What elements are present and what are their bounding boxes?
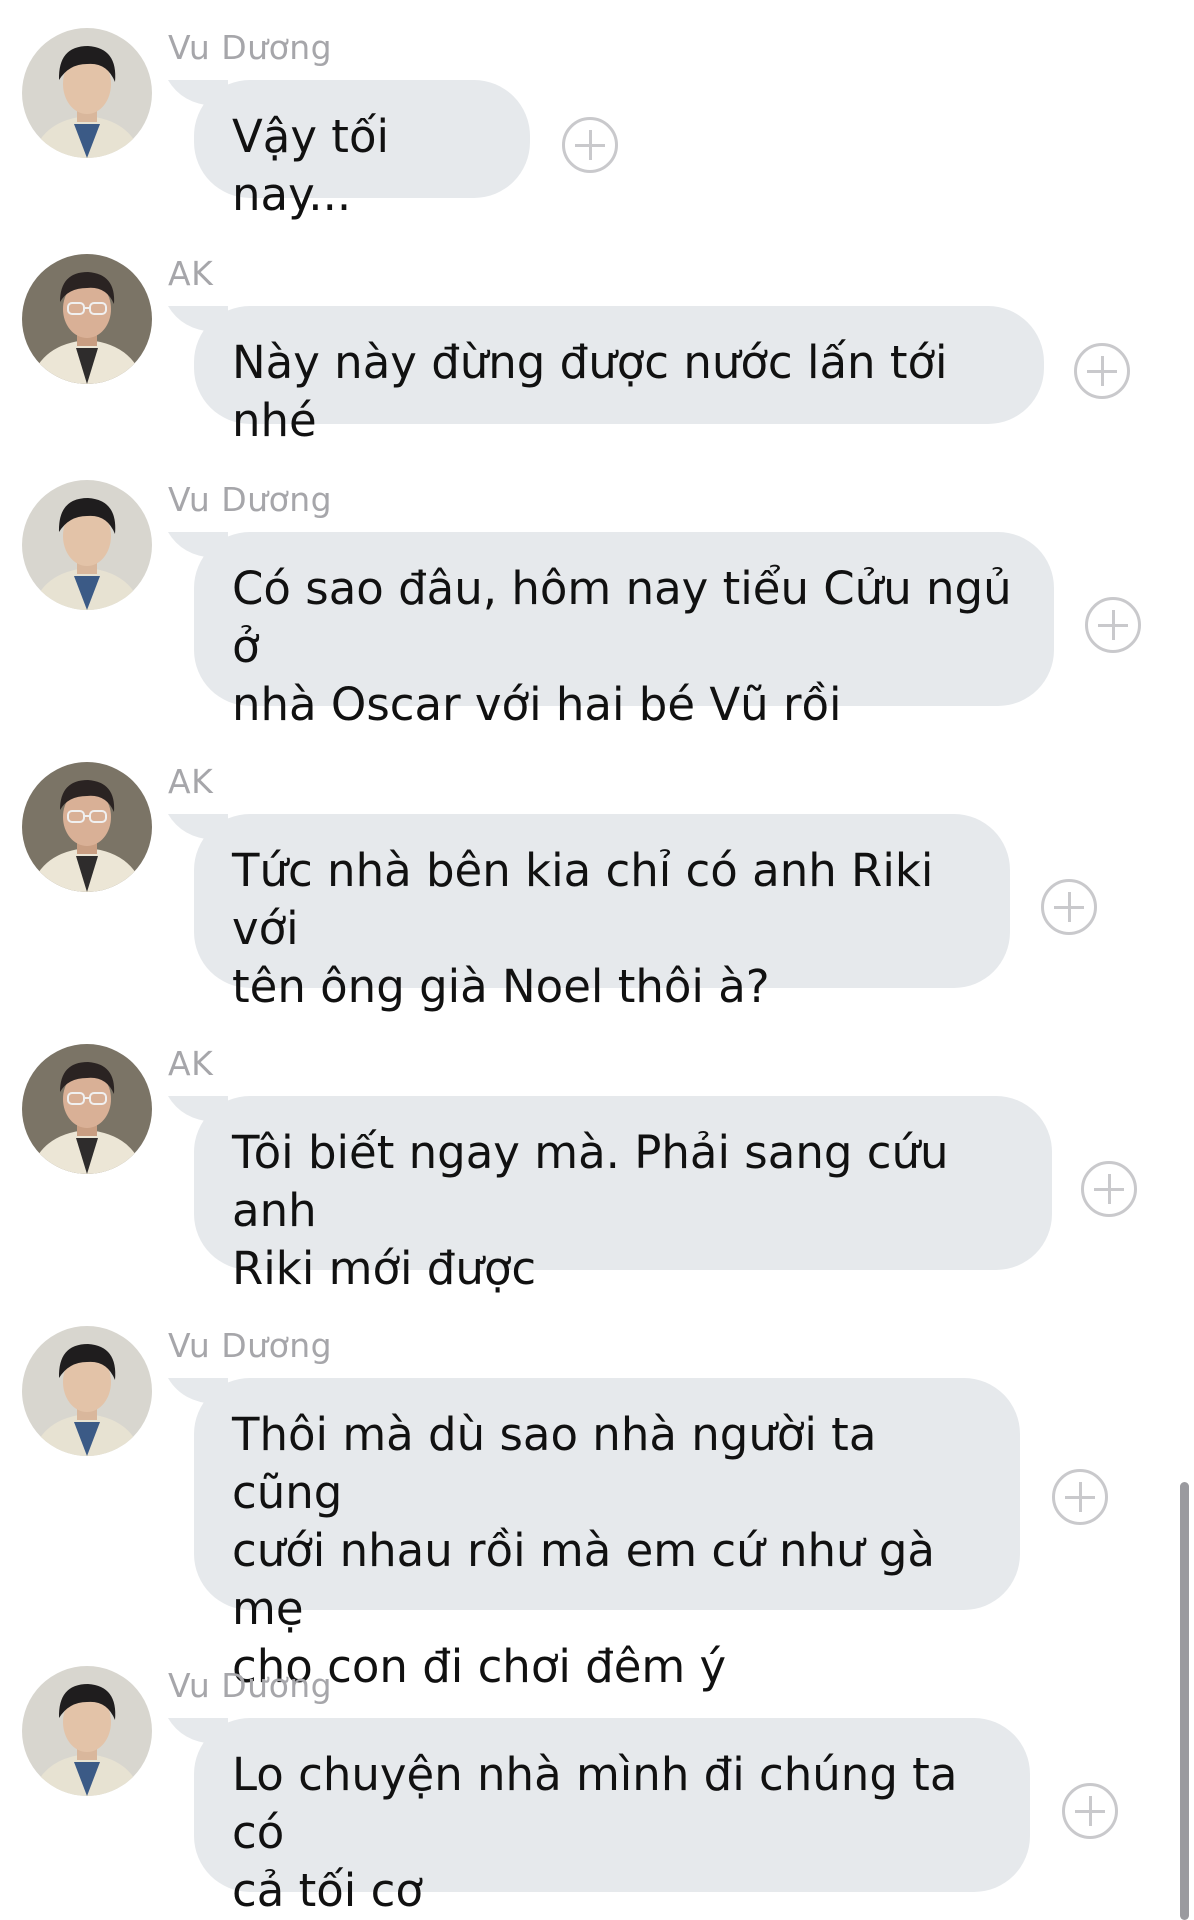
message-bubble[interactable]: Thôi mà dù sao nhà người ta cũng cưới nh… (194, 1378, 1020, 1693)
avatar[interactable] (22, 28, 152, 158)
avatar[interactable] (22, 254, 152, 384)
add-reaction-icon[interactable] (1081, 1161, 1137, 1217)
message-bubble[interactable]: Tức nhà bên kia chỉ có anh Riki với tên … (194, 814, 1010, 1013)
avatar[interactable] (22, 1666, 152, 1796)
avatar[interactable] (22, 1044, 152, 1174)
sender-name: Vu Dương (168, 28, 333, 67)
message-bubble[interactable]: Vậy tối nay... (194, 80, 530, 221)
message-bubble[interactable]: Tôi biết ngay mà. Phải sang cứu anh Riki… (194, 1096, 1052, 1295)
message-bubble[interactable]: Lo chuyện nhà mình đi chúng ta có cả tối… (194, 1718, 1030, 1917)
add-reaction-icon[interactable] (1085, 597, 1141, 653)
sender-name: Vu Dương (168, 1666, 333, 1705)
avatar[interactable] (22, 762, 152, 892)
message-bubble[interactable]: Có sao đâu, hôm nay tiểu Cửu ngủ ở nhà O… (194, 532, 1054, 731)
sender-name: Vu Dương (168, 1326, 333, 1365)
chat-thread: Vu Dương Vậy tối nay... AK Này này đừng … (0, 0, 1194, 1920)
sender-name: Vu Dương (168, 480, 333, 519)
add-reaction-icon[interactable] (1062, 1783, 1118, 1839)
sender-name: AK (168, 254, 214, 293)
add-reaction-icon[interactable] (1041, 879, 1097, 935)
vertical-scrollbar[interactable] (1180, 1482, 1189, 1920)
sender-name: AK (168, 762, 214, 801)
add-reaction-icon[interactable] (1052, 1469, 1108, 1525)
message-bubble[interactable]: Này này đừng được nước lấn tới nhé (194, 306, 1044, 447)
avatar[interactable] (22, 1326, 152, 1456)
avatar[interactable] (22, 480, 152, 610)
sender-name: AK (168, 1044, 214, 1083)
add-reaction-icon[interactable] (562, 117, 618, 173)
add-reaction-icon[interactable] (1074, 343, 1130, 399)
